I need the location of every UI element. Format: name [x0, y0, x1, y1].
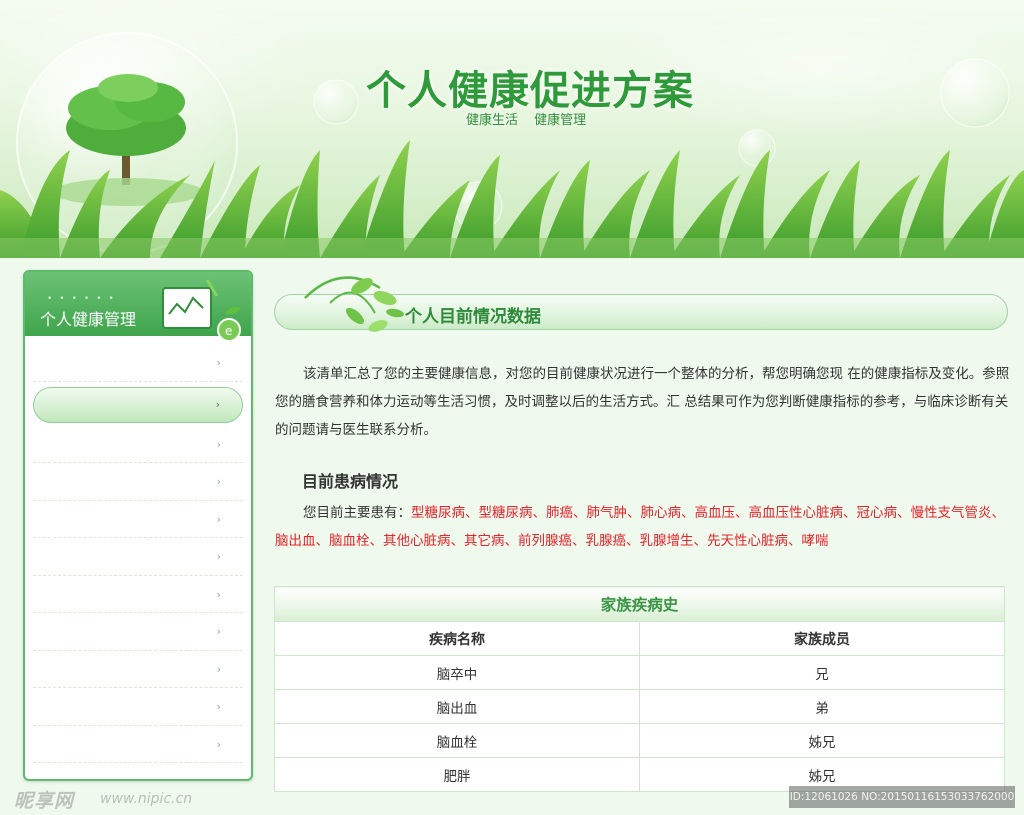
sidebar-item-11[interactable]: ›: [33, 726, 243, 763]
disease-name-cell: 脑血栓: [274, 723, 640, 758]
sidebar-item-7[interactable]: ›: [33, 576, 243, 613]
site-title: 个人健康促进方案: [366, 67, 694, 114]
sidebar-item-10[interactable]: ›: [33, 688, 243, 726]
sidebar-menu: › › › › › › › › › › ›: [33, 344, 243, 763]
site-subtitle: 健康生活 健康管理: [466, 109, 598, 128]
header-link-health-management[interactable]: 健康管理: [534, 113, 586, 128]
column-header-disease-name: 疾病名称: [274, 621, 640, 656]
watermark-logo: 昵享网: [14, 790, 75, 812]
disease-name-cell: 脑卒中: [274, 655, 640, 690]
family-history-table: 家族疾病史 疾病名称 家族成员 脑卒中兄脑出血弟脑血栓 姊兄 肥胖 姊兄: [274, 586, 1005, 792]
family-member-cell: 兄: [639, 655, 1005, 690]
sidebar-item-8[interactable]: ›: [33, 613, 243, 651]
chevron-right-icon: ›: [216, 512, 221, 526]
sidebar: •••••• 个人健康管理 e › › › › › › › › › › ›: [23, 270, 253, 781]
section-title: 个人目前情况数据: [405, 307, 541, 327]
watermark-id: ID:12061026 NO:20150116153033762000: [789, 786, 1015, 808]
chevron-right-icon: ›: [216, 437, 221, 451]
banner-artwork: [0, 0, 1024, 258]
family-member-cell: 姊兄: [639, 723, 1005, 758]
sidebar-item-3[interactable]: ›: [33, 426, 243, 463]
watermark-url: www.nipic.cn: [100, 791, 193, 807]
disease-name-cell: 脑出血: [274, 689, 640, 724]
column-header-family-member: 家族成员: [639, 621, 1005, 656]
leaf-sprig-icon: [304, 276, 404, 332]
sidebar-item-4[interactable]: ›: [33, 463, 243, 501]
current-disease-heading: 目前患病情况: [302, 472, 399, 491]
header-link-healthy-life[interactable]: 健康生活: [466, 113, 518, 128]
sidebar-item-2[interactable]: ›: [33, 386, 243, 423]
sidebar-item-5[interactable]: ›: [33, 501, 243, 538]
table-row: 脑出血弟: [274, 689, 1005, 724]
table-row: 脑卒中兄: [274, 655, 1005, 690]
chevron-right-icon: ›: [216, 662, 221, 676]
family-member-cell: 弟: [639, 689, 1005, 724]
current-disease-text: 您目前主要患有：型糖尿病、型糖尿病、肺癌、肺气肿、肺心病、高血压、高血压性心脏病…: [275, 499, 1011, 555]
sidebar-dots-decoration: ••••••: [47, 294, 121, 304]
chevron-right-icon: ›: [216, 625, 221, 638]
family-history-body: 脑卒中兄脑出血弟脑血栓 姊兄 肥胖 姊兄: [274, 655, 1005, 792]
sidebar-title: 个人健康管理: [40, 310, 137, 329]
chevron-right-icon: ›: [216, 475, 221, 488]
sidebar-item-9[interactable]: ›: [33, 651, 243, 688]
header-banner: 个人健康促进方案 健康生活 健康管理: [0, 0, 1024, 258]
chevron-right-icon: ›: [216, 356, 221, 369]
chevron-right-icon: ›: [216, 700, 221, 713]
intro-paragraph: 该清单汇总了您的主要健康信息，对您的目前健康状况进行一个整体的分析，帮您明确您现…: [275, 366, 1010, 438]
chevron-right-icon: ›: [216, 587, 221, 601]
chart-board-icon: e: [162, 279, 241, 342]
disease-name-cell: 肥胖: [274, 757, 640, 792]
sidebar-item-6[interactable]: ›: [33, 538, 243, 576]
svg-text:e: e: [225, 324, 232, 338]
sidebar-header: •••••• 个人健康管理 e: [25, 272, 251, 342]
chevron-right-icon: ›: [216, 550, 221, 563]
current-disease-prefix: 您目前主要患有：: [303, 505, 411, 521]
chevron-right-icon: ›: [216, 737, 221, 751]
table-row: 脑血栓 姊兄: [274, 723, 1005, 758]
sidebar-item-1[interactable]: ›: [33, 344, 243, 382]
family-history-caption: 家族疾病史: [274, 586, 1005, 622]
chevron-right-icon: ›: [215, 397, 220, 411]
